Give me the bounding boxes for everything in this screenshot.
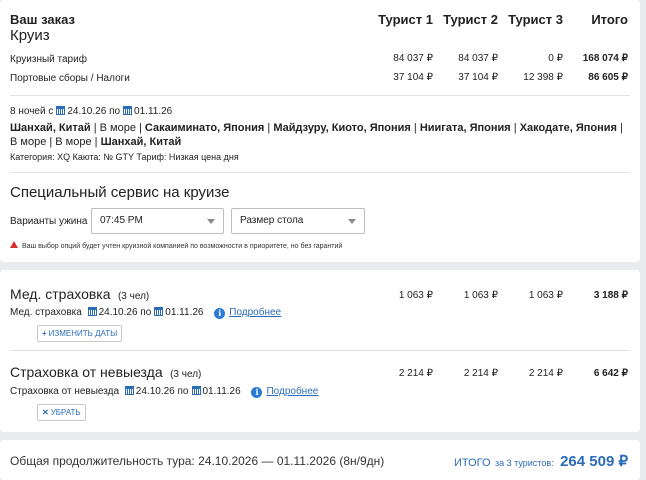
cabin-details: Категория: XQ Каюта: № GTY Тариф: Низкая… — [10, 152, 239, 162]
plus-icon: + — [42, 329, 47, 338]
row-total: 168 074 ₽ — [582, 53, 628, 64]
calendar-icon — [154, 307, 164, 316]
insurance-value: 1 063 ₽ — [398, 290, 433, 301]
insurance-header: Мед. страховка (3 чел) — [10, 286, 149, 304]
info-icon: i — [251, 387, 263, 398]
row-value: 84 037 ₽ — [458, 53, 498, 64]
table-size-value: Размер стола — [240, 215, 304, 226]
details-link[interactable]: Подробнее — [266, 386, 318, 397]
calendar-icon — [124, 386, 134, 395]
insurance-total: 6 642 ₽ — [593, 368, 628, 379]
details-link[interactable]: Подробнее — [229, 307, 281, 318]
insurance-value: 2 214 ₽ — [528, 368, 563, 379]
insurance-value: 1 063 ₽ — [463, 290, 498, 301]
col-tourist-1: Турист 1 — [378, 12, 433, 27]
date-to: 01.11.26 — [165, 307, 204, 318]
insurance-card: Мед. страховка (3 чел) 1 063 ₽ 1 063 ₽ 1… — [0, 270, 640, 432]
row-value: 37 104 ₽ — [458, 72, 498, 83]
dinner-time-select[interactable]: 07:45 PM — [91, 208, 224, 234]
col-tourist-3: Турист 3 — [508, 12, 563, 27]
total-card: Общая продолжительность тура: 24.10.2026… — [0, 440, 640, 480]
row-value: 84 037 ₽ — [393, 53, 433, 64]
insurance-value: 1 063 ₽ — [528, 290, 563, 301]
insurance-people: (3 чел) — [117, 291, 150, 302]
row-value: 0 ₽ — [548, 53, 563, 64]
port: Шанхай, Китай — [100, 136, 182, 148]
order-subtitle: Круиз — [10, 27, 50, 44]
divider — [10, 350, 630, 351]
calendar-icon — [123, 106, 133, 115]
tour-duration: Общая продолжительность тура: 24.10.2026… — [10, 454, 385, 468]
divider — [10, 95, 630, 96]
port: Шанхай, Китай — [10, 122, 91, 134]
cruise-dates: 8 ночей с 24.10.26 по 01.11.26 — [10, 106, 172, 117]
port: Майдзуру, Киото, Япония — [273, 122, 411, 134]
row-label-cruise-fare: Круизный тариф — [10, 54, 87, 65]
date-sep: по — [109, 106, 121, 117]
col-total: Итого — [591, 12, 628, 27]
table-size-select[interactable]: Размер стола — [231, 208, 365, 234]
route-sep: | — [510, 122, 520, 134]
chevron-down-icon — [207, 219, 215, 224]
date-from: 24.10.26 — [67, 106, 107, 117]
special-service-title: Специальный сервис на круизе — [10, 184, 230, 201]
insurance-title: Мед. страховка — [10, 286, 111, 302]
row-value: 12 398 ₽ — [523, 72, 563, 83]
options-warning: Ваш выбор опций будет учтен круизной ком… — [10, 241, 342, 250]
total-value: 264 509 ₽ — [560, 453, 628, 470]
cruise-route: Шанхай, Китай | В море | Сакаиминато, Яп… — [10, 121, 630, 149]
insurance-header: Страховка от невыезда (3 чел) — [10, 364, 201, 382]
date-sep: по — [177, 386, 189, 397]
insurance-people: (3 чел) — [170, 369, 202, 380]
row-total: 86 605 ₽ — [588, 72, 628, 83]
divider — [10, 172, 630, 173]
close-icon: ✕ — [42, 408, 49, 417]
change-dates-button[interactable]: + ИЗМЕНИТЬ ДАТЫ — [37, 325, 123, 342]
insurance-title: Страховка от невыезда — [10, 364, 163, 380]
port: Ниигата, Япония — [419, 122, 511, 134]
dinner-time-value: 07:45 PM — [100, 215, 143, 226]
order-card: Ваш заказ Круиз Турист 1 Турист 2 Турист… — [0, 0, 640, 262]
grand-total: ИТОГО за 3 туристов: 264 509 ₽ — [454, 452, 628, 471]
insurance-dates: Мед. страховка 24.10.26 по 01.11.26 i Подр… — [10, 307, 281, 319]
route-sep: | — [410, 122, 420, 134]
warning-text: Ваш выбор опций будет учтен круизной ком… — [22, 243, 343, 250]
row-value: 37 104 ₽ — [393, 72, 433, 83]
order-title: Ваш заказ — [10, 12, 75, 27]
insurance-total: 3 188 ₽ — [593, 290, 628, 301]
date-to: 01.11.26 — [202, 386, 241, 397]
route-sep: | — [264, 122, 274, 134]
remove-insurance-button[interactable]: ✕ УБРАТЬ — [37, 404, 86, 421]
chevron-down-icon — [348, 219, 356, 224]
total-label: ИТОГО — [453, 457, 491, 469]
insurance-value: 2 214 ₽ — [398, 368, 433, 379]
date-to: 01.11.26 — [134, 106, 173, 117]
route-sep: | В море | — [90, 122, 145, 134]
port: Хакодате, Япония — [519, 122, 617, 134]
insurance-dates: Страховка от невыезда 24.10.26 по 01.11.2… — [10, 386, 318, 398]
port: Сакаиминато, Япония — [144, 122, 265, 134]
calendar-icon — [56, 106, 66, 115]
col-tourist-2: Турист 2 — [443, 12, 498, 27]
calendar-icon — [87, 307, 97, 316]
date-sep: по — [140, 307, 152, 318]
dinner-label: Варианты ужина — [10, 216, 88, 227]
date-from: 24.10.26 — [135, 386, 175, 397]
insurance-sub-label: Страховка от невыезда — [10, 386, 120, 397]
change-dates-label: ИЗМЕНИТЬ ДАТЫ — [48, 329, 118, 338]
row-label-port-fees: Портовые сборы / Налоги — [10, 73, 130, 84]
duration-text: 8 ночей с — [10, 106, 54, 117]
remove-label: УБРАТЬ — [50, 408, 81, 417]
date-from: 24.10.26 — [98, 307, 138, 318]
warning-icon — [10, 241, 18, 248]
total-for: за 3 туристов: — [495, 458, 554, 468]
insurance-sub-label: Мед. страховка — [10, 307, 82, 318]
calendar-icon — [191, 386, 201, 395]
insurance-value: 2 214 ₽ — [463, 368, 498, 379]
info-icon: i — [214, 308, 226, 319]
